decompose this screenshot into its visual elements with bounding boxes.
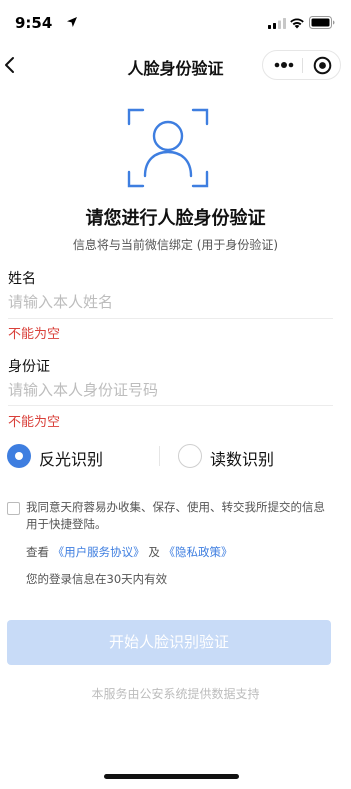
radio-reading[interactable]: 读数识别 <box>178 438 318 474</box>
id-card-label: 身份证 <box>8 359 50 375</box>
capsule-divider <box>302 58 303 73</box>
view-prefix: 查看 <box>26 545 49 559</box>
status-time: 9:54 <box>15 14 53 32</box>
location-arrow-icon <box>67 17 77 27</box>
privacy-policy-link[interactable]: 《隐私政策》 <box>163 545 232 559</box>
footer-note: 本服务由公安系统提供数据支持 <box>91 687 260 701</box>
radio-unchecked-icon <box>178 444 202 468</box>
radio-reflection[interactable]: 反光识别 <box>7 438 147 474</box>
agreement-links: 查看 《用户服务协议》 及 《隐私政策》 <box>26 544 232 560</box>
name-error: 不能为空 <box>8 327 61 342</box>
agreement-text: 我同意天府蓉易办收集、保存、使用、转交我所提交的信息用于快捷登陆。 <box>26 500 325 531</box>
status-bar: 9:54 <box>0 0 351 44</box>
face-scan-icon <box>127 108 209 188</box>
start-face-verification-button[interactable]: 开始人脸识别验证 <box>7 620 331 665</box>
radio-checked-icon <box>7 444 31 468</box>
close-miniprogram-icon[interactable] <box>313 56 332 75</box>
name-label: 姓名 <box>8 271 36 287</box>
verification-subheading: 信息将与当前微信绑定 (用于身份验证) <box>72 238 279 252</box>
radio-reading-label: 读数识别 <box>210 450 275 469</box>
and-text: 及 <box>148 545 160 559</box>
verification-heading: 请您进行人脸身份验证 <box>85 208 266 229</box>
id-card-underline <box>8 405 333 406</box>
radio-reflection-label: 反光识别 <box>39 450 104 469</box>
id-card-error: 不能为空 <box>8 415 61 430</box>
battery-icon <box>309 16 335 29</box>
login-validity-note: 您的登录信息在30天内有效 <box>26 572 168 586</box>
name-underline <box>8 318 333 319</box>
wifi-icon <box>290 18 304 29</box>
recognition-mode-group: 反光识别 读数识别 <box>0 438 351 474</box>
user-agreement-link[interactable]: 《用户服务协议》 <box>53 545 145 559</box>
agreement-checkbox[interactable] <box>7 502 20 515</box>
more-icon[interactable] <box>273 58 295 72</box>
name-input[interactable] <box>8 288 328 316</box>
home-indicator <box>104 774 239 779</box>
signal-icon <box>268 18 286 29</box>
radio-divider <box>159 446 160 466</box>
nav-bar: 人脸身份验证 <box>0 44 351 88</box>
miniprogram-capsule <box>262 50 341 80</box>
id-card-input[interactable] <box>8 376 328 404</box>
